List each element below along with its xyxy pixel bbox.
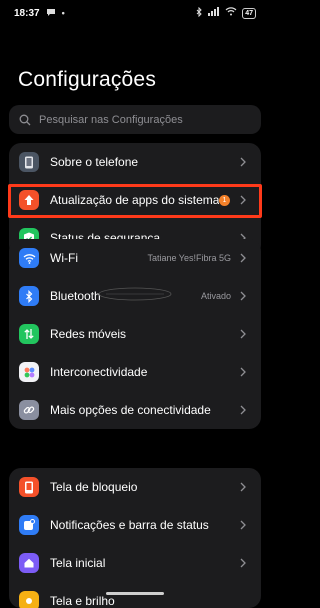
row-label: Sobre o telefone [50,155,139,169]
search-input[interactable]: Pesquisar nas Configurações [9,105,261,134]
row-label: Redes móveis [50,327,127,341]
row-label: Tela inicial [50,556,106,570]
mobile-data-icon [19,324,39,344]
bluetooth-icon [196,6,203,20]
settings-group-display: Tela de bloqueio Notificações e barra de… [9,468,261,608]
row-tela-de-bloqueio[interactable]: Tela de bloqueio [9,468,261,506]
highlight-box [8,184,262,218]
row-label: Mais opções de conectividade [50,403,211,417]
watermark [98,287,172,303]
wifi-network-value: Tatiane Yes!Fibra 5G [147,253,231,263]
status-bar: 18:37 • 47 [0,0,270,26]
row-redes-moveis[interactable]: Redes móveis [9,315,261,353]
chevron-right-icon [240,520,246,530]
wifi-icon [19,248,39,268]
notification-icon [19,515,39,535]
battery-icon: 47 [242,7,256,19]
row-label: Notificações e barra de status [50,518,209,532]
search-placeholder: Pesquisar nas Configurações [39,113,183,126]
phone-icon [19,152,39,172]
row-label: Interconectividade [50,365,148,379]
row-label: Tela de bloqueio [50,480,138,494]
row-notificacoes[interactable]: Notificações e barra de status [9,506,261,544]
row-label: Tela e brilho [50,594,115,608]
home-indicator[interactable] [106,592,164,595]
signal-icon [208,7,220,19]
wifi-icon [225,7,237,19]
row-interconectividade[interactable]: Interconectividade [9,353,261,391]
search-icon [19,114,31,125]
chevron-right-icon [240,291,246,301]
row-tela-inicial[interactable]: Tela inicial [9,544,261,582]
row-label: Wi-Fi [50,251,78,265]
dot-icon: • [61,8,65,18]
link-icon [19,400,39,420]
status-time: 18:37 [14,7,40,19]
page-title: Configurações [18,68,157,91]
row-sobre-o-telefone[interactable]: Sobre o telefone [9,143,261,181]
chevron-right-icon [240,558,246,568]
settings-group-connectivity: Wi-Fi Tatiane Yes!Fibra 5G Bluetooth Ati… [9,239,261,429]
interconnect-icon [19,362,39,382]
bluetooth-status-value: Ativado [200,291,231,301]
bluetooth-icon [19,286,39,306]
row-mais-opcoes-conectividade[interactable]: Mais opções de conectividade [9,391,261,429]
chevron-right-icon [240,405,246,415]
chevron-right-icon [240,157,246,167]
chevron-right-icon [240,253,246,263]
row-tela-e-brilho[interactable]: Tela e brilho [9,582,261,608]
chevron-right-icon [240,482,246,492]
message-icon [46,8,56,19]
row-wifi[interactable]: Wi-Fi Tatiane Yes!Fibra 5G [9,239,261,277]
chevron-right-icon [240,367,246,377]
chevron-right-icon [240,329,246,339]
lock-screen-icon [19,477,39,497]
home-icon [19,553,39,573]
